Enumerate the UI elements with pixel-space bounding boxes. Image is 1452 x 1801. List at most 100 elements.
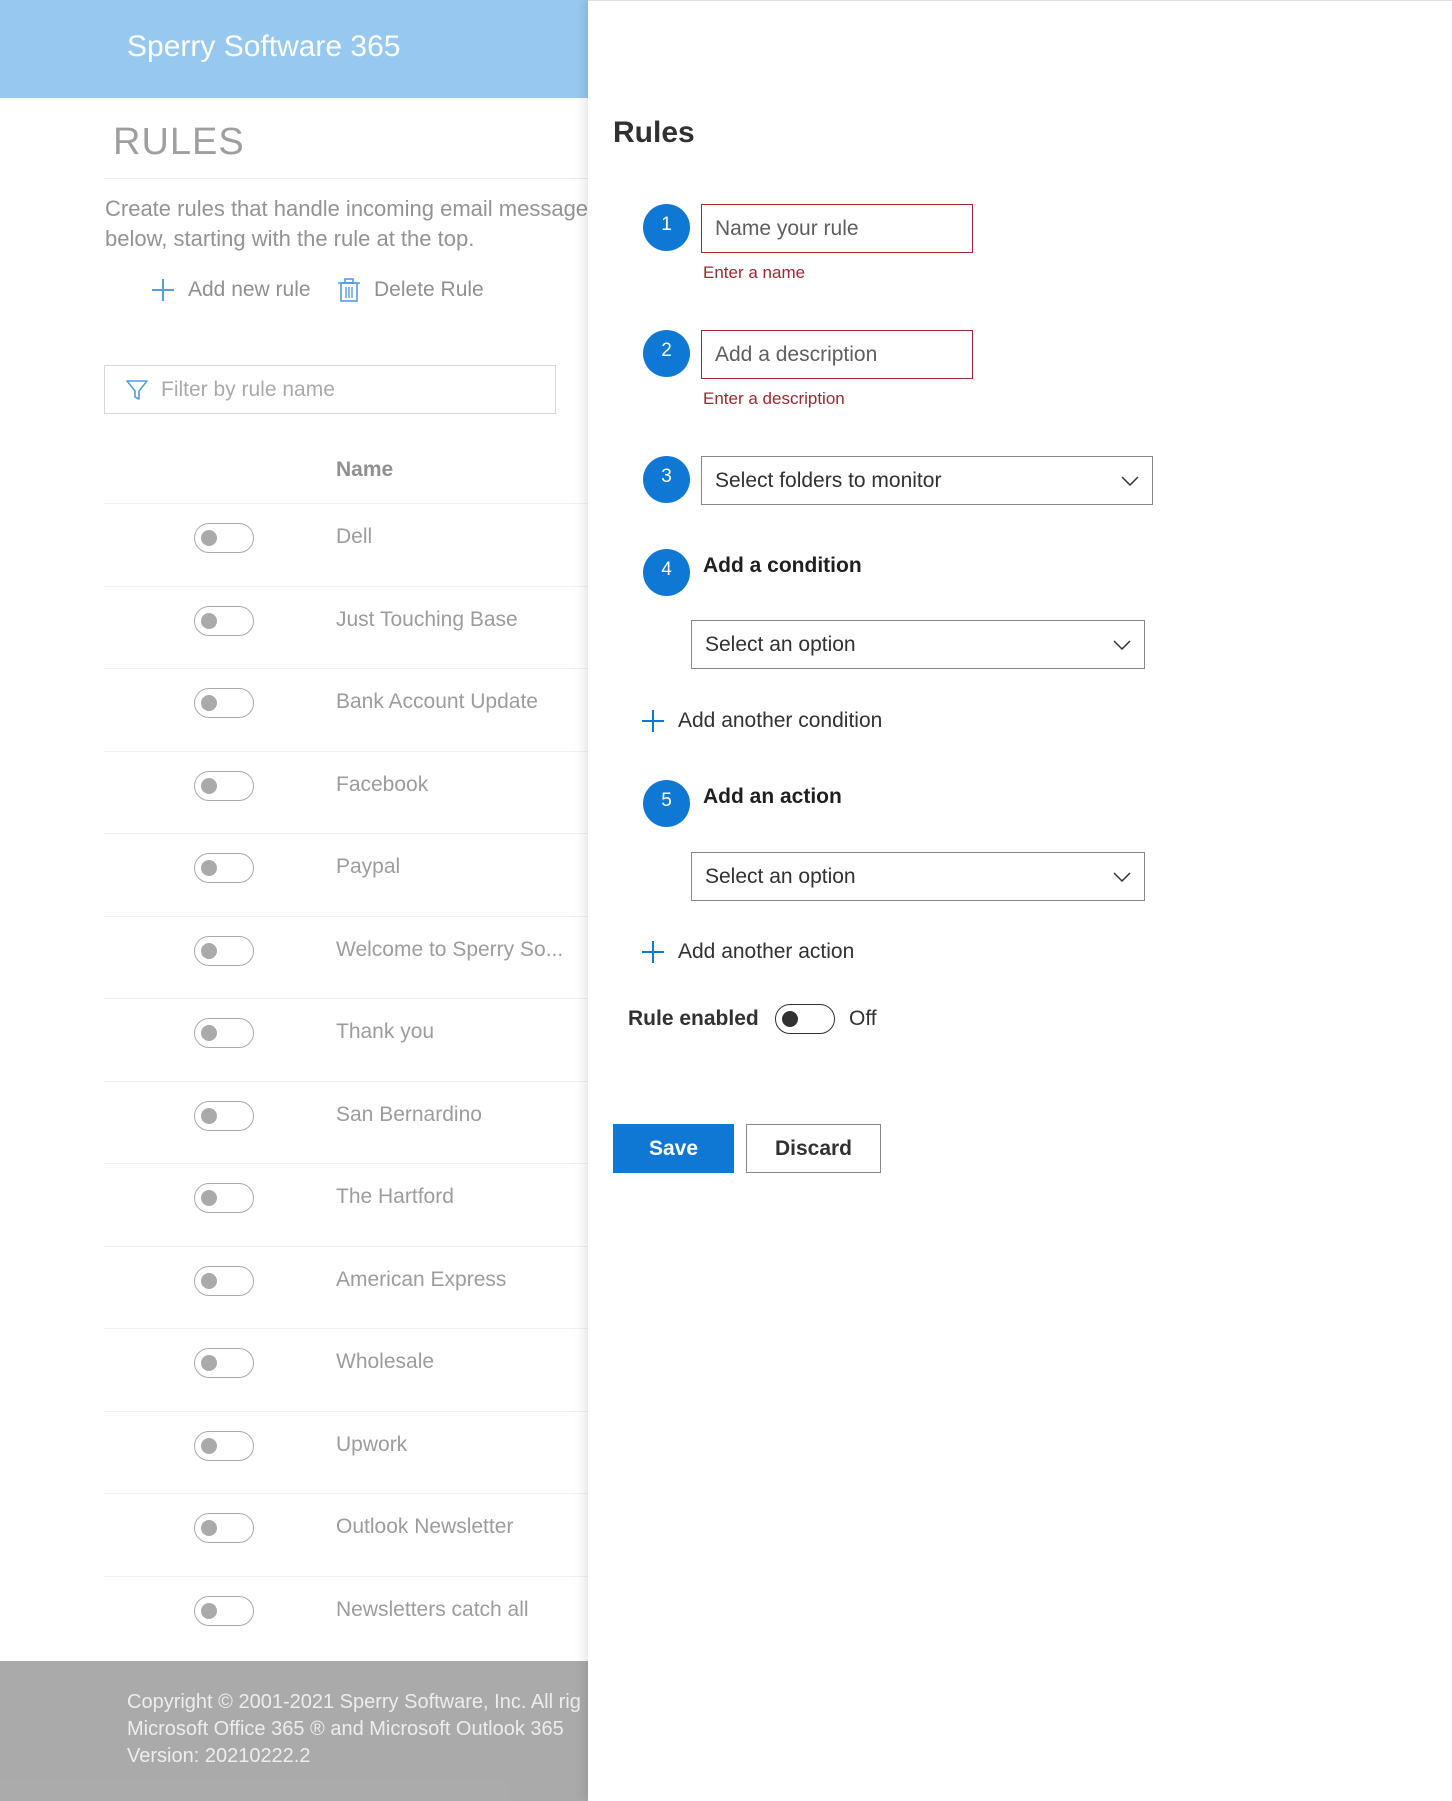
rule-name: Wholesale <box>336 1350 435 1373</box>
chevron-down-icon <box>1113 872 1131 883</box>
step-3-indicator: 3 <box>643 456 690 503</box>
toggle-knob <box>201 1602 217 1619</box>
intro-line: Create rules that handle incoming email … <box>105 196 589 221</box>
delete-rule-button[interactable]: Delete Rule <box>336 274 484 306</box>
rule-name: Thank you <box>336 1020 435 1043</box>
rule-name: Upwork <box>336 1432 408 1456</box>
rule-enabled-toggle[interactable] <box>194 1100 254 1131</box>
toggle-knob <box>201 942 217 959</box>
toggle-knob <box>201 1437 217 1454</box>
step-1-indicator: 1 <box>643 204 690 251</box>
rule-enabled-toggle[interactable] <box>775 1004 835 1034</box>
add-another-condition-label: Add another condition <box>678 709 883 732</box>
rule-enabled-toggle[interactable] <box>194 1513 254 1543</box>
description-field <box>701 330 973 379</box>
discard-button[interactable]: Discard <box>746 1124 881 1173</box>
save-button[interactable]: Save <box>613 1124 734 1173</box>
toggle-knob <box>201 1520 217 1536</box>
rule-name: Facebook <box>336 772 429 796</box>
filter-box <box>104 365 556 414</box>
add-another-condition-button[interactable]: Add another condition <box>640 705 882 737</box>
table-row[interactable]: American Express <box>104 1245 624 1329</box>
condition-dropdown-value: Select an option <box>705 633 856 656</box>
rule-enabled-toggle[interactable] <box>194 1265 254 1296</box>
table-row[interactable]: Just Touching Base <box>104 585 624 669</box>
table-row[interactable]: Welcome to Sperry So... <box>104 915 624 999</box>
table-row[interactable]: Bank Account Update <box>104 668 624 751</box>
filter-input[interactable] <box>161 366 541 413</box>
table-row[interactable]: Newsletters catch all <box>104 1575 624 1659</box>
folders-dropdown[interactable]: Select folders to monitor <box>701 456 1153 505</box>
rule-enabled-toggle[interactable] <box>194 688 254 718</box>
rule-enabled-toggle[interactable] <box>194 1018 254 1048</box>
rule-name: Paypal <box>336 855 401 878</box>
rule-name: The Hartford <box>336 1185 454 1208</box>
rule-name: Just Touching Base <box>336 607 518 631</box>
step-2-indicator: 2 <box>643 330 690 377</box>
toggle-knob <box>201 612 217 629</box>
rules-list: Dell Just Touching Base Bank Account Updat… <box>104 503 624 1658</box>
app-title: Sperry Software 365 <box>127 30 401 63</box>
plus-icon <box>642 710 664 732</box>
footer-text: Copyright © 2001-2021 Sperry Software, I… <box>127 1689 581 1770</box>
rule-enabled-toggle[interactable] <box>194 935 254 966</box>
table-row[interactable]: Wholesale <box>104 1328 624 1411</box>
rule-enabled-toggle[interactable] <box>194 1183 254 1213</box>
add-new-rule-label: Add new rule <box>188 278 311 301</box>
trash-icon <box>338 278 360 302</box>
toggle-knob <box>201 1107 217 1124</box>
rule-enabled-state: Off <box>849 1007 877 1030</box>
add-new-rule-button[interactable]: Add new rule <box>150 274 311 306</box>
table-row[interactable]: Outlook Newsletter <box>104 1493 624 1576</box>
chevron-down-icon <box>1113 640 1131 651</box>
rule-enabled-toggle[interactable] <box>194 853 254 883</box>
action-dropdown-value: Select an option <box>705 865 856 888</box>
rule-name: Outlook Newsletter <box>336 1515 514 1538</box>
rule-name-error: Enter a name <box>703 263 806 282</box>
divider <box>104 178 624 179</box>
rule-enabled-toggle[interactable] <box>194 1348 254 1378</box>
toggle-knob <box>201 777 217 794</box>
add-another-action-button[interactable]: Add another action <box>640 936 854 968</box>
table-row[interactable]: Dell <box>104 503 624 586</box>
action-dropdown[interactable]: Select an option <box>691 852 1145 901</box>
table-row[interactable]: Paypal <box>104 833 624 916</box>
plus-icon <box>152 279 174 301</box>
rule-name-input[interactable] <box>702 205 972 252</box>
rule-enabled-toggle[interactable] <box>194 770 254 801</box>
toggle-knob <box>201 695 217 711</box>
rule-enabled-toggle[interactable] <box>194 523 254 553</box>
rule-name: San Bernardino <box>336 1102 482 1126</box>
condition-heading: Add a condition <box>703 554 862 577</box>
panel-title: Rules <box>613 116 695 149</box>
intro-text: Create rules that handle incoming email … <box>105 194 625 254</box>
action-heading: Add an action <box>703 785 842 808</box>
copyright-text: Copyright © 2001-2021 Sperry Software, I… <box>127 1691 581 1713</box>
description-input[interactable] <box>702 331 972 378</box>
rule-name: Welcome to Sperry So... <box>336 937 564 961</box>
delete-rule-label: Delete Rule <box>374 278 484 301</box>
rule-name: Bank Account Update <box>336 690 538 713</box>
table-row[interactable]: Thank you <box>104 998 624 1081</box>
toggle-knob <box>782 1011 798 1027</box>
condition-dropdown[interactable]: Select an option <box>691 620 1145 669</box>
table-row[interactable]: Facebook <box>104 750 624 834</box>
chevron-down-icon <box>1121 476 1139 487</box>
rule-name: Dell <box>336 525 373 548</box>
folders-dropdown-value: Select folders to monitor <box>715 469 942 492</box>
rule-name: American Express <box>336 1267 507 1291</box>
step-5-indicator: 5 <box>643 780 690 827</box>
table-row[interactable]: The Hartford <box>104 1163 624 1246</box>
toggle-knob <box>201 860 217 876</box>
rule-enabled-toggle[interactable] <box>194 1430 254 1461</box>
table-row[interactable]: Upwork <box>104 1410 624 1494</box>
name-column-header[interactable]: Name <box>336 458 393 482</box>
intro-line: below, starting with the rule at the top… <box>105 226 475 251</box>
rule-enabled-toggle[interactable] <box>194 605 254 636</box>
trademark-text: Microsoft Office 365 ® and Microsoft Out… <box>127 1718 564 1740</box>
toggle-knob <box>201 530 217 546</box>
toggle-knob <box>201 1272 217 1289</box>
rule-enabled-toggle[interactable] <box>194 1595 254 1626</box>
version-text: Version: 20210222.2 <box>127 1745 311 1767</box>
table-row[interactable]: San Bernardino <box>104 1080 624 1164</box>
